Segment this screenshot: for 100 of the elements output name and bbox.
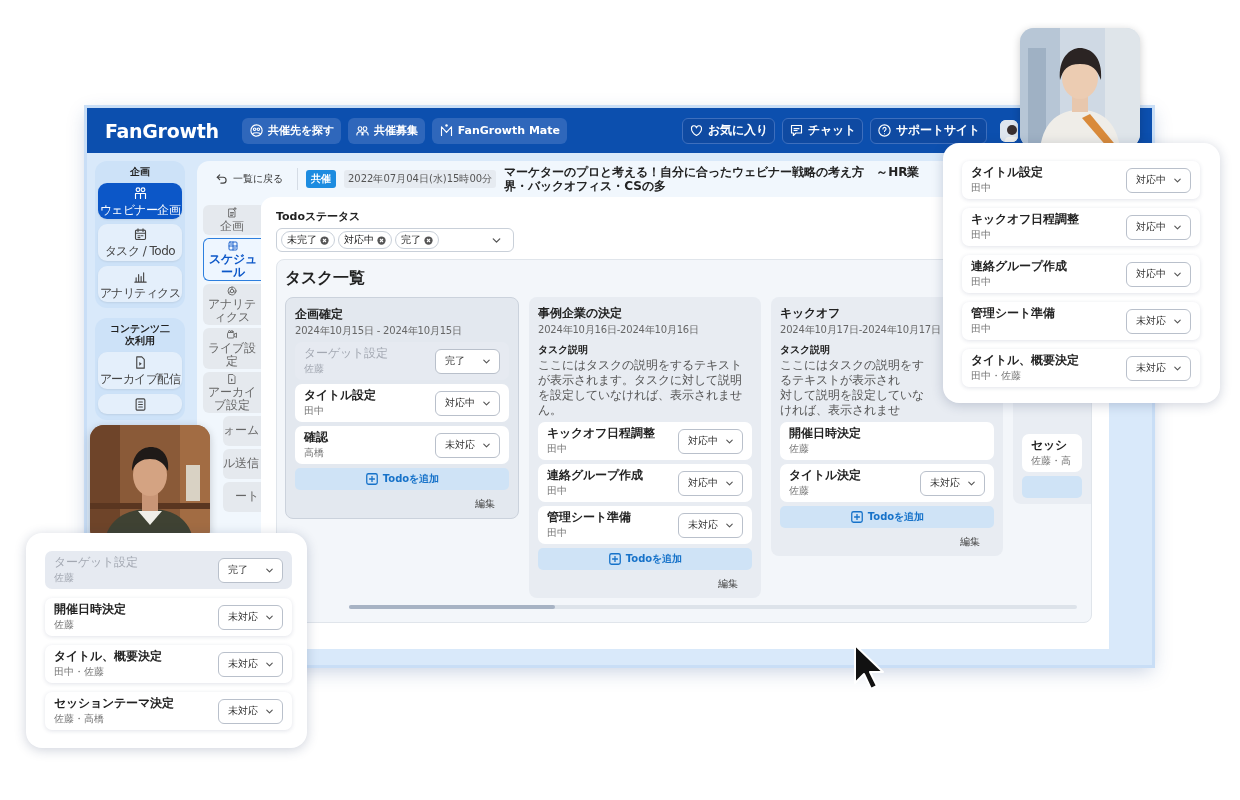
team-icon [132,186,148,201]
chart-circle-icon [226,284,238,297]
task-title: 連絡グループ作成 [547,468,643,483]
tab[interactable]: ォーム [223,415,261,446]
assignee-name: 佐藤 [789,484,810,498]
sidebar-item[interactable]: アナリティクス [98,265,182,303]
remove-icon [320,235,329,245]
report-icon [132,396,148,412]
edit-link[interactable]: 編集 [469,496,501,512]
description-text: 対して説明を設定していなければ、表示されませ [780,388,925,418]
status-select[interactable]: 対応中 [435,390,500,416]
header-button[interactable]: お気に入り [682,117,775,144]
scrollbar[interactable] [349,605,1077,609]
status-select[interactable]: 未対応 [1126,355,1191,381]
description-text: ここにはタスクの説明をするテキストが表示され [780,358,925,388]
add-todo-button[interactable]: Todoを追加 [295,468,509,490]
task-title: 管理シート準備 [547,510,631,525]
task-title: 管理シート準備 [971,306,1055,321]
status-select[interactable]: 未対応 [218,604,283,630]
column-title: 事例企業の決定 [538,305,622,322]
sidebar-item[interactable]: アーカイブ配信 [98,352,182,389]
assignee-name: 田中 [971,181,992,195]
sidebar-item[interactable]: タスク / Todo [98,224,182,261]
status-select[interactable]: 完了 [218,557,283,583]
tab[interactable]: 企画 [203,205,261,235]
plus-icon [849,510,864,524]
assignee-name: 佐藤 [54,618,75,632]
description-label: タスク説明 [538,343,589,357]
chat-icon [789,123,804,138]
header-button[interactable]: チャット [782,117,863,144]
video-camera-icon [226,328,238,341]
assignee-name: 田中 [971,228,992,242]
assignee-name: 高橋 [304,446,325,460]
column-title: 企画確定 [295,306,343,323]
header-button[interactable]: サポートサイト [870,117,987,144]
status-filter[interactable]: 未完了 対応中 完了 [276,228,514,252]
undo-icon [215,172,229,186]
document-plus-icon [226,207,238,219]
status-select[interactable]: 未対応 [218,651,283,677]
status-select[interactable]: 未対応 [435,432,500,458]
status-select[interactable]: 未対応 [678,512,743,538]
column-dates: 2024年10月15日 - 2024年10月15日 [295,324,462,338]
task-title: セッシ [1031,438,1068,453]
edit-link[interactable]: 編集 [712,576,744,592]
tab[interactable]: アーカイブ設定 [203,371,261,413]
description-text: ここにはタスクの説明をするテキストが表示されます。タスクに対して説明を設定していなければ、表示されません。 [538,358,743,418]
remove-icon [424,235,433,245]
status-select[interactable]: 対応中 [1126,261,1191,287]
assignee-name: 田中 [971,322,992,336]
assignee-name: 佐藤 [789,442,810,456]
tab[interactable]: ート [223,481,261,512]
tab[interactable]: アナリティクス [203,283,261,325]
assignee-name: 田中 [547,484,568,498]
status-select[interactable]: 対応中 [678,470,743,496]
tab[interactable]: ライブ設定 [203,327,261,369]
edit-link[interactable]: 編集 [954,534,986,550]
status-select[interactable]: 対応中 [1126,167,1191,193]
co-host-badge: 共催 [306,170,336,188]
plus-icon [607,552,622,566]
status-select[interactable]: 対応中 [678,428,743,454]
tab[interactable]: ル送信 [223,448,261,479]
section-title: 企画 [129,166,151,178]
add-todo-button[interactable]: Todoを追加 [780,506,994,528]
assignee-name: 田中・佐藤 [54,665,105,679]
status-select[interactable]: 未対応 [1126,308,1191,334]
nav-button[interactable]: FanGrowth Mate [431,117,567,144]
task-title: セッションテーマ決定 [54,696,174,711]
task-title: タイトル設定 [304,388,376,403]
status-select[interactable]: 完了 [435,348,500,374]
m-logo-icon [438,123,454,138]
sidebar-item[interactable]: ウェビナー企画 [98,183,182,220]
task-title: タイトル、概要決定 [54,649,162,664]
assignee-name: 田中 [547,526,568,540]
status-select[interactable]: 未対応 [920,470,985,496]
task-title: タイトル、概要決定 [971,353,1079,368]
sidebar-item[interactable] [98,393,182,414]
column-title: キックオフ [780,305,840,322]
status-select[interactable]: 対応中 [1126,214,1191,240]
status-select[interactable]: 未対応 [218,698,283,724]
add-todo-button[interactable]: Todoを追加 [538,548,752,570]
help-icon [877,123,892,138]
assignee-name: 佐藤・高 [1031,454,1071,468]
document-icon [226,372,238,385]
task-title: 確認 [304,430,328,445]
task-title: 開催日時決定 [54,602,126,617]
nav-button[interactable]: 共催先を探す [241,117,341,144]
panel-title: タスク一覧 [285,268,365,289]
assignee-name: 田中 [547,442,568,456]
avatar[interactable] [1000,119,1018,142]
assignee-name: 佐藤・高橋 [54,712,105,726]
tab[interactable]: スケジュール [203,238,261,281]
task-title: キックオフ日程調整 [971,212,1079,227]
nav-button[interactable]: 共催募集 [347,117,425,144]
event-date: 2022年07月04日(水)15時00分 [344,170,497,188]
assignee-name: 田中・佐藤 [971,369,1022,383]
task-title: タイトル設定 [971,165,1043,180]
people-icon [354,123,370,138]
back-link[interactable]: 一覧に戻る [215,168,298,190]
assignee-name: 田中 [971,275,992,289]
column-dates: 2024年10月17日-2024年10月17日 [780,323,941,337]
